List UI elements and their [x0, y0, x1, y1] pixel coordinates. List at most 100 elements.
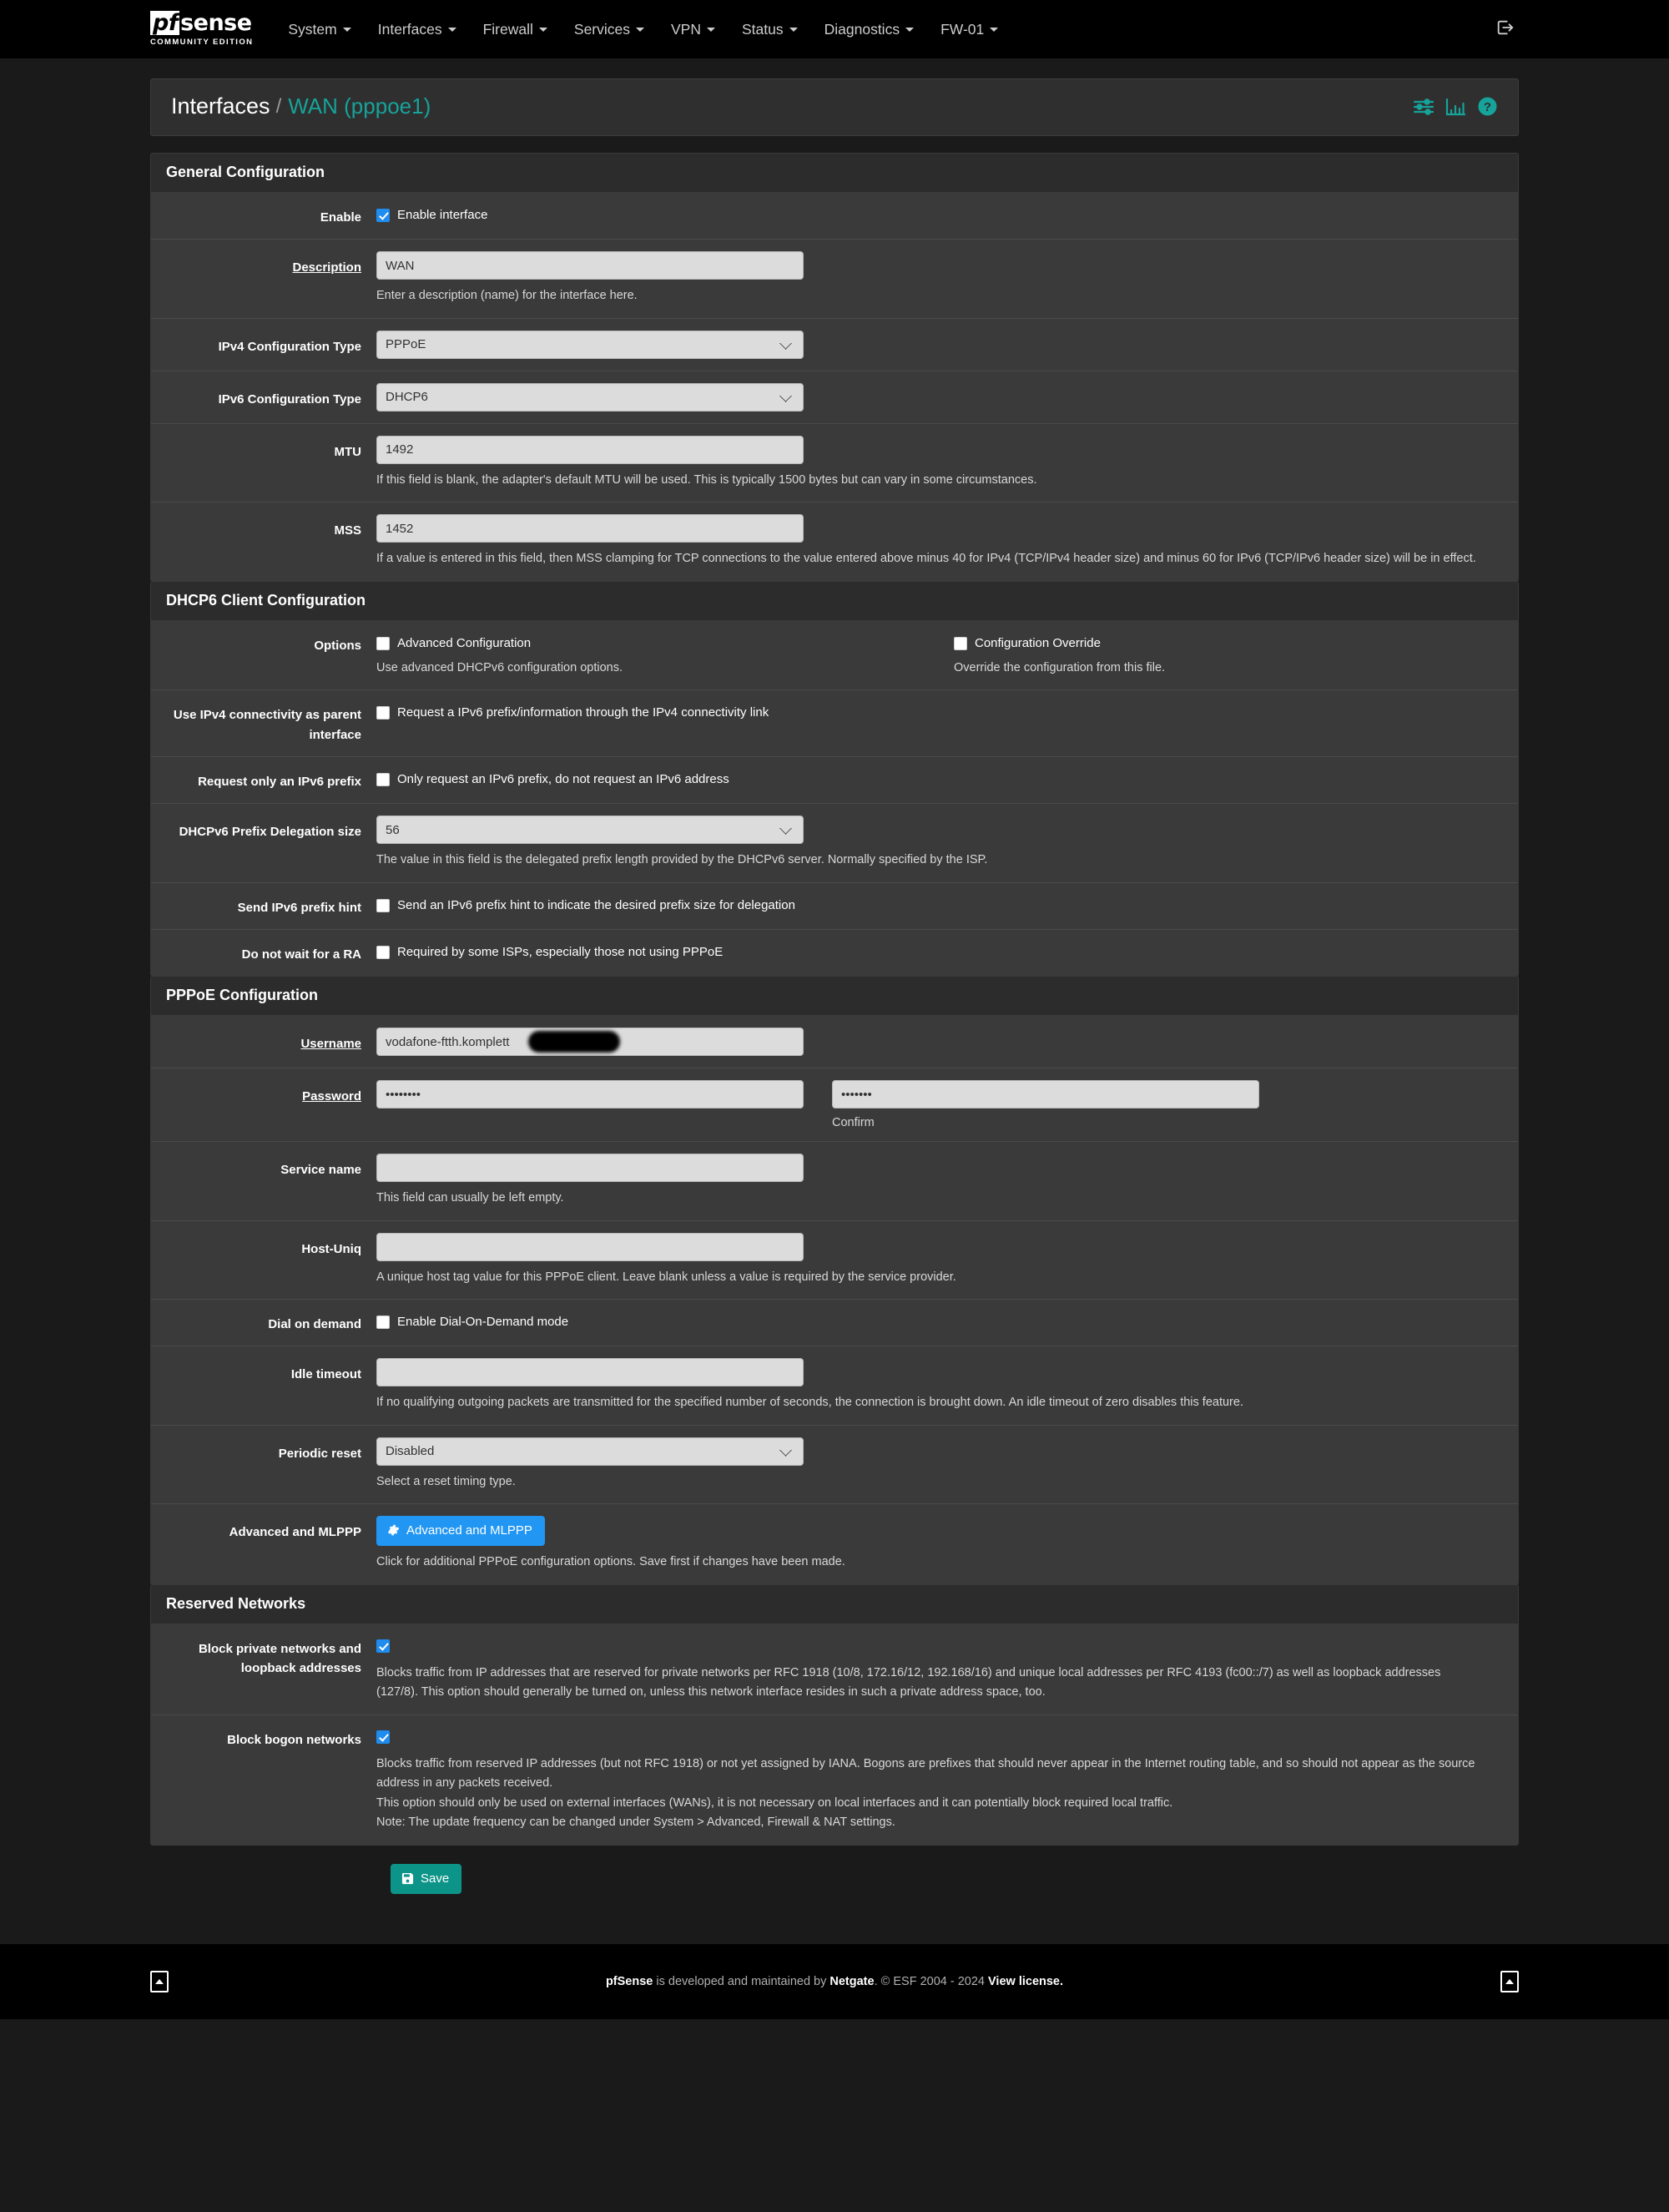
help-block-bogon-networks-1: Blocks traffic from reserved IP addresse… [376, 1756, 1475, 1790]
nav-item-system[interactable]: System [275, 13, 364, 47]
label-options: Options [314, 638, 361, 653]
prefix-delegation-size-select[interactable]: 56 [376, 816, 804, 845]
label-block-bogon-networks: Block bogon networks [227, 1732, 361, 1747]
nav-item-label: Firewall [482, 20, 533, 38]
do-not-wait-ra-checkbox[interactable] [376, 945, 390, 959]
block-bogon-networks-checkbox[interactable] [376, 1730, 390, 1744]
field-row-enable: Enable Enable interface [151, 193, 1518, 240]
block-private-networks-checkbox[interactable] [376, 1639, 390, 1653]
send-ipv6-prefix-hint-label: Send an IPv6 prefix hint to indicate the… [397, 897, 795, 912]
request-ipv6-prefix-via-ipv4-checkbox[interactable] [376, 706, 390, 720]
help-block-bogon-networks-3: Note: The update frequency can be change… [376, 1816, 895, 1830]
field-row-advanced-mlppp: Advanced and MLPPP Advanced and MLPPP Cl… [151, 1504, 1518, 1583]
password-confirm-label: Confirm [832, 1116, 875, 1130]
panel-heading-dhcp6: DHCP6 Client Configuration [151, 581, 1518, 621]
save-button[interactable]: Save [391, 1863, 462, 1894]
only-request-ipv6-prefix-label: Only request an IPv6 prefix, do not requ… [397, 771, 729, 786]
advanced-configuration-checkbox[interactable] [376, 636, 390, 650]
help-block-private-networks: Blocks traffic from IP addresses that ar… [376, 1665, 1441, 1699]
panel-general-configuration: General Configuration Enable Enable inte… [150, 153, 1519, 582]
field-row-dhcp6-options: Options Advanced Configuration Use advan… [151, 621, 1518, 691]
username-label-link[interactable]: Username [300, 1037, 361, 1051]
svg-text:?: ? [1484, 100, 1491, 114]
help-mss: If a value is entered in this field, the… [376, 552, 1476, 566]
field-row-no-ra-wait: Do not wait for a RA Required by some IS… [151, 930, 1518, 976]
breadcrumb: Interfaces / WAN (pppoe1) ? [150, 78, 1519, 136]
label-enable: Enable [320, 210, 361, 225]
label-prefix-delegation-size: DHCPv6 Prefix Delegation size [179, 825, 361, 840]
send-ipv6-prefix-hint-checkbox[interactable] [376, 898, 390, 912]
label-send-ipv6-prefix-hint: Send IPv6 prefix hint [237, 900, 361, 915]
description-input[interactable] [376, 251, 804, 280]
help-prefix-delegation-size: The value in this field is the delegated… [376, 853, 988, 867]
field-row-block-bogon: Block bogon networks Blocks traffic from… [151, 1715, 1518, 1845]
label-mtu: MTU [334, 444, 362, 459]
nav-item-vpn[interactable]: VPN [658, 13, 729, 47]
bar-chart-icon[interactable] [1445, 97, 1466, 117]
password-confirm-input[interactable] [832, 1080, 1259, 1109]
help-icon[interactable]: ? [1477, 96, 1498, 117]
do-not-wait-ra-label: Required by some ISPs, especially those … [397, 944, 724, 959]
only-request-ipv6-prefix-checkbox[interactable] [376, 772, 390, 786]
save-icon [401, 1872, 414, 1885]
configuration-override-checkbox[interactable] [954, 636, 967, 650]
page-title: WAN (pppoe1) [288, 93, 431, 119]
label-ipv4-configuration-type: IPv4 Configuration Type [218, 339, 361, 354]
field-row-delegation-size: DHCPv6 Prefix Delegation size 56 The val… [151, 804, 1518, 883]
scroll-to-top-left-icon[interactable] [150, 1970, 169, 1992]
chevron-down-icon [538, 27, 547, 32]
help-block-bogon-networks-2: This option should only be used on exter… [376, 1795, 1173, 1810]
field-row-prefix-hint: Send IPv6 prefix hint Send an IPv6 prefi… [151, 883, 1518, 930]
brand-subtitle: COMMUNITY EDITION [150, 37, 254, 47]
nav-item-fw01[interactable]: FW-01 [927, 13, 1011, 47]
sliders-icon[interactable] [1413, 97, 1435, 117]
panel-heading-general: General Configuration [151, 154, 1518, 193]
panel-dhcp6-client-configuration: DHCP6 Client Configuration Options Advan… [150, 580, 1519, 977]
label-service-name: Service name [280, 1163, 361, 1178]
host-uniq-input[interactable] [376, 1232, 804, 1261]
footer-product: pfSense [605, 1974, 653, 1988]
field-row-service-name: Service name This field can usually be l… [151, 1142, 1518, 1221]
ipv4-configuration-type-select[interactable]: PPPoE [376, 330, 804, 359]
chevron-down-icon [789, 27, 798, 32]
help-mtu: If this field is blank, the adapter's de… [376, 472, 1037, 487]
mtu-input[interactable] [376, 435, 804, 464]
ipv6-configuration-type-select[interactable]: DHCP6 [376, 382, 804, 412]
nav-item-diagnostics[interactable]: Diagnostics [811, 13, 927, 47]
chevron-down-icon [990, 27, 999, 32]
password-label-link[interactable]: Password [302, 1089, 361, 1103]
chevron-down-icon [706, 27, 715, 32]
brand-wordmark: pf sense [150, 9, 252, 36]
save-button-label: Save [421, 1871, 450, 1886]
view-license-link[interactable]: View license. [988, 1975, 1063, 1988]
dial-on-demand-checkbox[interactable] [376, 1316, 390, 1330]
enable-interface-checkbox[interactable] [376, 209, 390, 222]
nav-item-label: System [288, 20, 337, 38]
field-row-ipv6-type: IPv6 Configuration Type DHCP6 [151, 371, 1518, 424]
advanced-and-mlppp-button[interactable]: Advanced and MLPPP [376, 1516, 545, 1547]
label-dial-on-demand: Dial on demand [268, 1317, 361, 1332]
nav-item-label: VPN [671, 20, 701, 38]
nav-item-services[interactable]: Services [561, 13, 658, 47]
brand-sense: sense [180, 9, 252, 36]
mss-input[interactable] [376, 514, 804, 543]
panel-reserved-networks: Reserved Networks Block private networks… [150, 1583, 1519, 1846]
dial-on-demand-label: Enable Dial-On-Demand mode [397, 1315, 569, 1330]
nav-item-firewall[interactable]: Firewall [470, 13, 561, 47]
description-label-link[interactable]: Description [292, 260, 361, 275]
help-periodic-reset: Select a reset timing type. [376, 1474, 516, 1488]
chevron-down-icon [447, 27, 456, 32]
scroll-to-top-right-icon[interactable] [1500, 1970, 1519, 1992]
help-description: Enter a description (name) for the inter… [376, 289, 638, 303]
logout-icon[interactable] [1495, 18, 1514, 40]
service-name-input[interactable] [376, 1154, 804, 1183]
password-input[interactable] [376, 1080, 804, 1109]
gear-icon [387, 1524, 400, 1537]
breadcrumb-parent: Interfaces [171, 93, 270, 119]
nav-item-status[interactable]: Status [729, 13, 811, 47]
pfsense-logo[interactable]: pf sense COMMUNITY EDITION [150, 9, 254, 48]
field-row-periodic-reset: Periodic reset Disabled Select a reset t… [151, 1426, 1518, 1505]
periodic-reset-select[interactable]: Disabled [376, 1437, 804, 1466]
idle-timeout-input[interactable] [376, 1358, 804, 1387]
nav-item-interfaces[interactable]: Interfaces [365, 13, 470, 47]
